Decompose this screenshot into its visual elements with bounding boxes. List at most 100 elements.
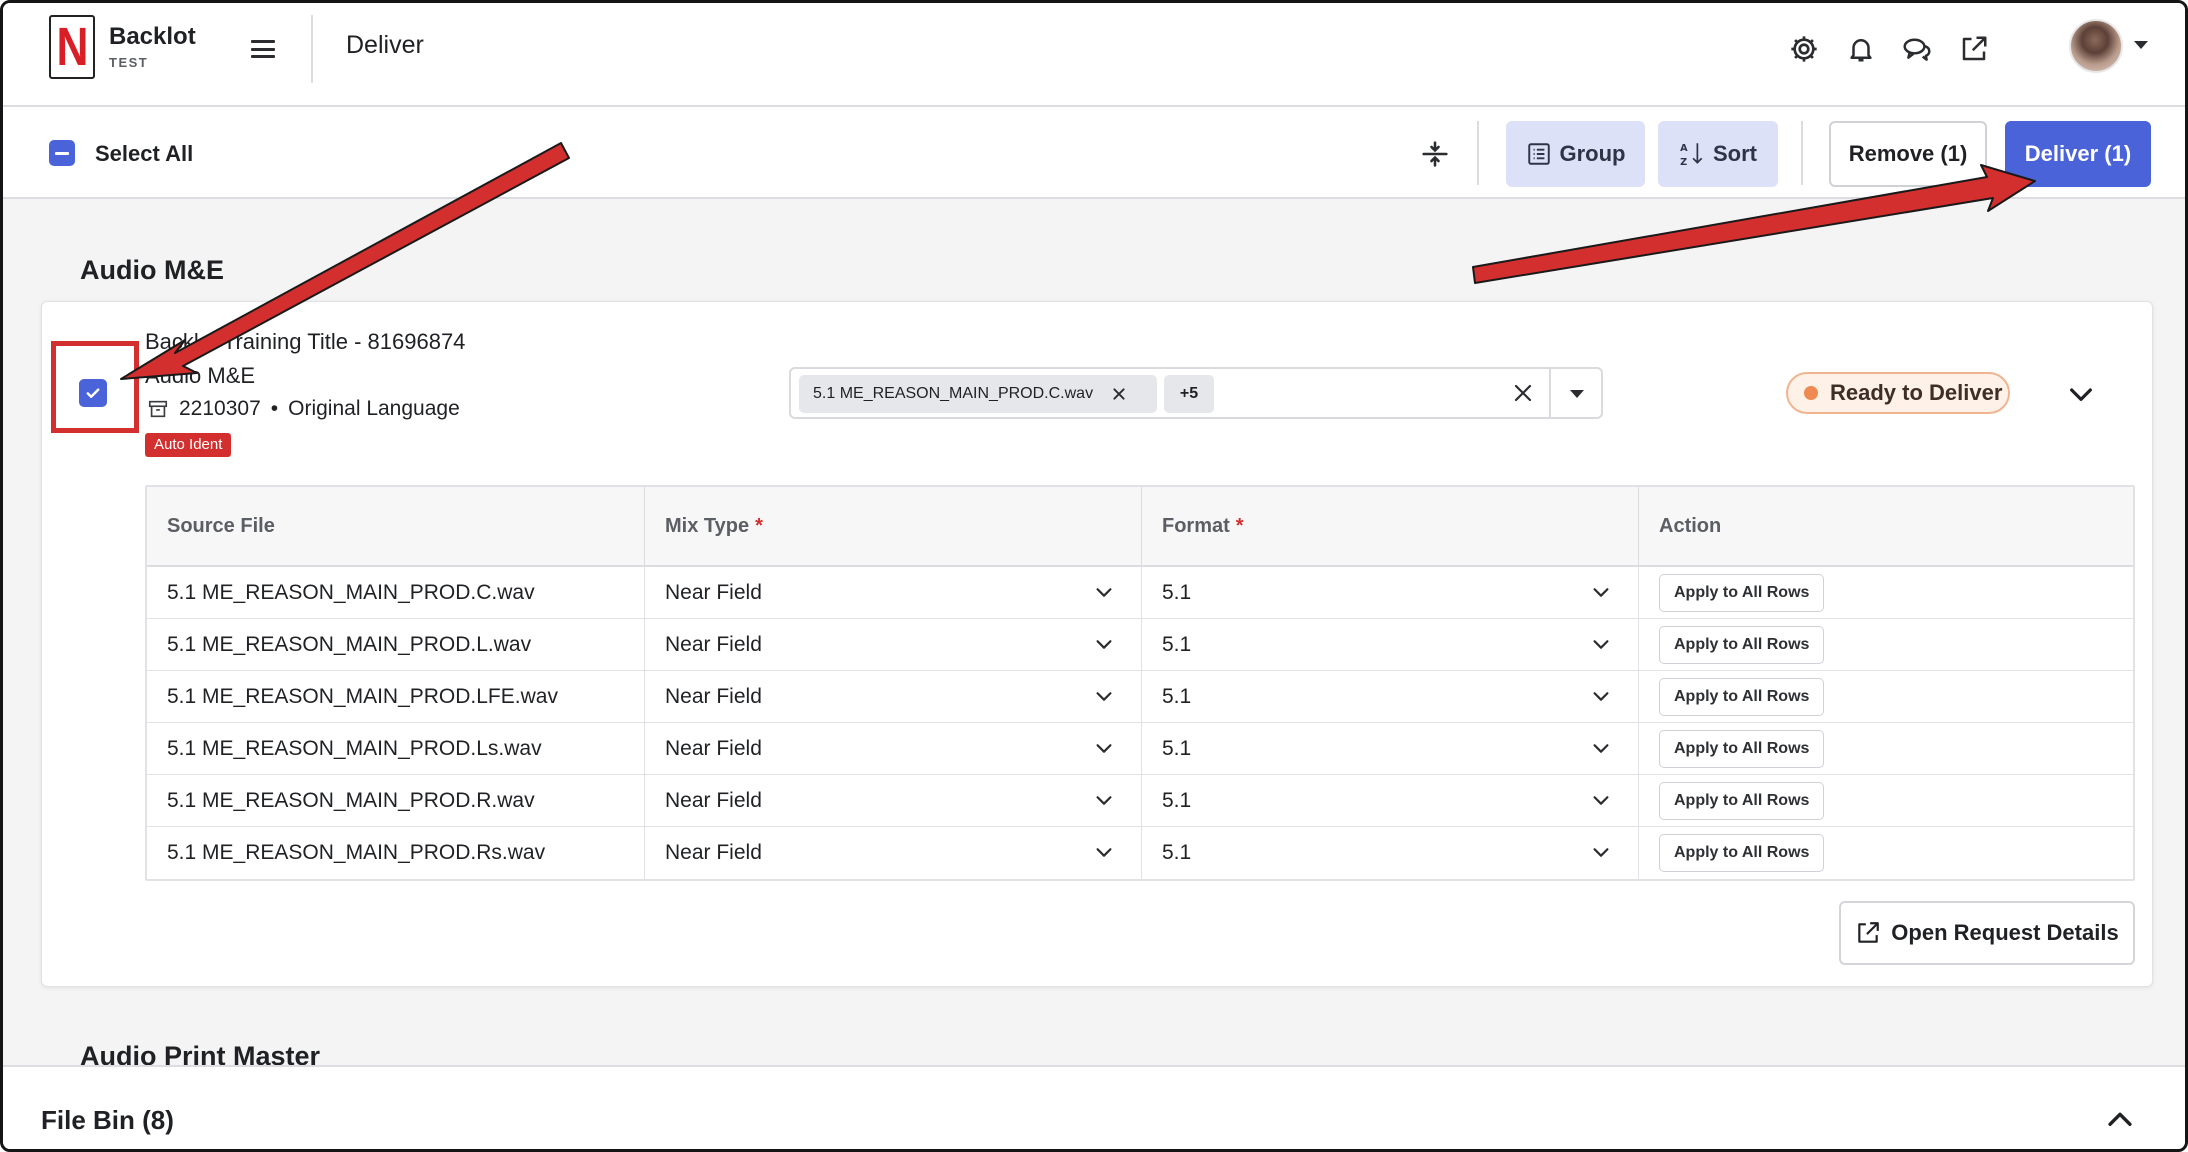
chevron-down-icon[interactable] — [1093, 789, 1115, 811]
chip-remove-icon[interactable] — [1111, 386, 1127, 402]
header-mix-type: Mix Type * — [645, 487, 1142, 565]
chevron-down-icon[interactable] — [1590, 685, 1612, 707]
external-link-icon — [1858, 922, 1880, 943]
status-label: Ready to Deliver — [1830, 380, 2003, 405]
page-title: Deliver — [346, 31, 424, 59]
chat-icon[interactable] — [1899, 31, 1935, 67]
collapse-all-icon[interactable] — [1418, 137, 1452, 171]
source-file-cell: 5.1 ME_REASON_MAIN_PROD.R.wav — [147, 775, 645, 826]
sort-az-icon: AZ — [1680, 143, 1703, 168]
source-file-cell: 5.1 ME_REASON_MAIN_PROD.L.wav — [147, 619, 645, 670]
apply-to-all-rows-button[interactable]: Apply to All Rows — [1659, 729, 1825, 768]
chevron-down-icon[interactable] — [1093, 737, 1115, 759]
apply-to-all-rows-button[interactable]: Apply to All Rows — [1659, 834, 1825, 872]
mix-type-select[interactable]: Near Field — [645, 619, 1142, 670]
apply-to-all-rows-button[interactable]: Apply to All Rows — [1659, 573, 1825, 612]
expand-chevron-icon[interactable] — [2065, 378, 2097, 410]
table-header: Source File Mix Type * Format * Action — [147, 487, 2133, 567]
table-row: 5.1 ME_REASON_MAIN_PROD.LFE.wav Near Fiel… — [147, 671, 2133, 723]
chevron-down-icon[interactable] — [1093, 685, 1115, 707]
mix-type-select[interactable]: Near Field — [645, 827, 1142, 879]
action-toolbar: Select All Group AZ Sort Remove (1) Deli… — [3, 107, 2185, 199]
mix-type-select[interactable]: Near Field — [645, 723, 1142, 774]
group-button[interactable]: Group — [1506, 121, 1645, 187]
source-file-cell: 5.1 ME_REASON_MAIN_PROD.LFE.wav — [147, 671, 645, 722]
section-title: Audio M&E — [80, 255, 224, 285]
source-file-cell: 5.1 ME_REASON_MAIN_PROD.C.wav — [147, 567, 645, 618]
file-chip-label: 5.1 ME_REASON_MAIN_PROD.C.wav — [813, 385, 1094, 402]
netflix-logo[interactable]: N — [49, 15, 95, 79]
select-divider — [1549, 369, 1551, 417]
top-header: N Backlot TEST Deliver — [3, 3, 2185, 107]
apply-to-all-rows-button[interactable]: Apply to All Rows — [1659, 677, 1825, 716]
settings-icon[interactable] — [1786, 31, 1822, 67]
toolbar-divider — [1477, 121, 1479, 185]
list-icon — [1527, 143, 1550, 165]
app-window: N Backlot TEST Deliver Select All Group … — [0, 0, 2188, 1152]
chevron-up-icon[interactable] — [2103, 1103, 2137, 1137]
status-badge: Ready to Deliver — [1786, 372, 2010, 414]
format-select[interactable]: 5.1 — [1142, 775, 1639, 826]
table-row: 5.1 ME_REASON_MAIN_PROD.Rs.wav Near Field… — [147, 827, 2133, 879]
format-select[interactable]: 5.1 — [1142, 723, 1639, 774]
file-bin-panel[interactable]: File Bin (8) — [3, 1065, 2185, 1149]
remove-button[interactable]: Remove (1) — [1829, 121, 1987, 187]
clear-selection-icon[interactable] — [1511, 381, 1537, 407]
table-body: 5.1 ME_REASON_MAIN_PROD.C.wav Near Field 5… — [147, 567, 2133, 879]
sort-button[interactable]: AZ Sort — [1658, 121, 1778, 187]
action-cell: Apply to All Rows — [1639, 619, 2133, 670]
mix-type-select[interactable]: Near Field — [645, 775, 1142, 826]
menu-icon[interactable] — [249, 35, 277, 63]
chevron-down-icon[interactable] — [1093, 841, 1115, 863]
more-files-chip[interactable]: +5 — [1164, 375, 1214, 413]
select-all-label[interactable]: Select All — [95, 141, 193, 167]
svg-text:A: A — [1680, 143, 1688, 154]
table-row: 5.1 ME_REASON_MAIN_PROD.L.wav Near Field 5… — [147, 619, 2133, 671]
table-row: 5.1 ME_REASON_MAIN_PROD.C.wav Near Field 5… — [147, 567, 2133, 619]
chevron-down-icon[interactable] — [1590, 581, 1612, 603]
item-title: Backlot Training Title - 81696874 — [145, 329, 466, 354]
chevron-down-icon[interactable] — [1590, 841, 1612, 863]
header-source-file: Source File — [147, 487, 645, 565]
mix-type-select[interactable]: Near Field — [645, 671, 1142, 722]
action-cell: Apply to All Rows — [1639, 775, 2133, 826]
toolbar-divider — [1801, 121, 1803, 185]
table-row: 5.1 ME_REASON_MAIN_PROD.R.wav Near Field 5… — [147, 775, 2133, 827]
table-row: 5.1 ME_REASON_MAIN_PROD.Ls.wav Near Field… — [147, 723, 2133, 775]
chevron-down-icon[interactable] — [1590, 633, 1612, 655]
file-chip[interactable]: 5.1 ME_REASON_MAIN_PROD.C.wav — [799, 375, 1157, 413]
header-divider — [311, 15, 313, 83]
group-label: Group — [1559, 141, 1626, 166]
dropdown-caret-icon[interactable] — [1570, 390, 1584, 398]
open-request-details-button[interactable]: Open Request Details — [1839, 901, 2135, 965]
auto-ident-badge: Auto Ident — [145, 433, 232, 457]
mix-type-select[interactable]: Near Field — [645, 567, 1142, 618]
format-select[interactable]: 5.1 — [1142, 619, 1639, 670]
external-link-icon[interactable] — [1956, 31, 1992, 67]
header-action: Action — [1659, 514, 1722, 537]
format-select[interactable]: 5.1 — [1142, 827, 1639, 879]
file-multiselect[interactable]: 5.1 ME_REASON_MAIN_PROD.C.wav +5 — [789, 367, 1603, 419]
format-select[interactable]: 5.1 — [1142, 671, 1639, 722]
header-format: Format * — [1142, 487, 1639, 565]
chevron-down-icon[interactable] — [1590, 737, 1612, 759]
file-bin-title: File Bin (8) — [41, 1105, 174, 1135]
language-label: Original Language — [288, 397, 460, 420]
apply-to-all-rows-button[interactable]: Apply to All Rows — [1659, 781, 1825, 820]
svg-text:Z: Z — [1680, 157, 1687, 168]
select-all-checkbox[interactable] — [49, 140, 75, 166]
format-select[interactable]: 5.1 — [1142, 567, 1639, 618]
chevron-down-icon[interactable] — [1093, 581, 1115, 603]
chevron-down-icon[interactable] — [1093, 633, 1115, 655]
files-table: Source File Mix Type * Format * Action 5.1… — [145, 485, 2135, 881]
status-dot — [1804, 386, 1818, 400]
apply-to-all-rows-button[interactable]: Apply to All Rows — [1659, 625, 1825, 664]
deliver-button[interactable]: Deliver (1) — [2005, 121, 2151, 187]
chevron-down-icon[interactable] — [1590, 789, 1612, 811]
chevron-down-icon[interactable] — [2134, 41, 2148, 49]
item-subtitle: Audio M&E — [145, 363, 256, 388]
bell-icon[interactable] — [1843, 31, 1879, 67]
action-cell: Apply to All Rows — [1639, 723, 2133, 774]
avatar[interactable] — [2069, 19, 2123, 73]
source-file-cell: 5.1 ME_REASON_MAIN_PROD.Rs.wav — [147, 827, 645, 879]
